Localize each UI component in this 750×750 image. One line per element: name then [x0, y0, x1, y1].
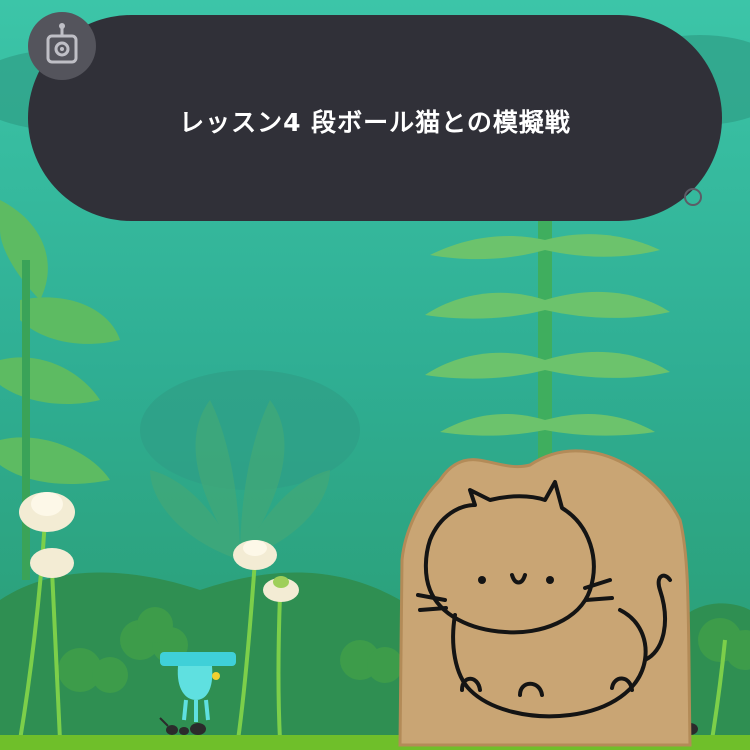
circle-indicator-icon[interactable] — [684, 188, 702, 206]
dialog-text: レッスン4 段ボール猫との模擬戦 — [179, 108, 571, 137]
cardboard-cat-opponent — [398, 449, 692, 747]
dialog-box[interactable]: レッスン4 段ボール猫との模擬戦 — [28, 15, 722, 221]
robot-head-icon — [28, 12, 96, 80]
